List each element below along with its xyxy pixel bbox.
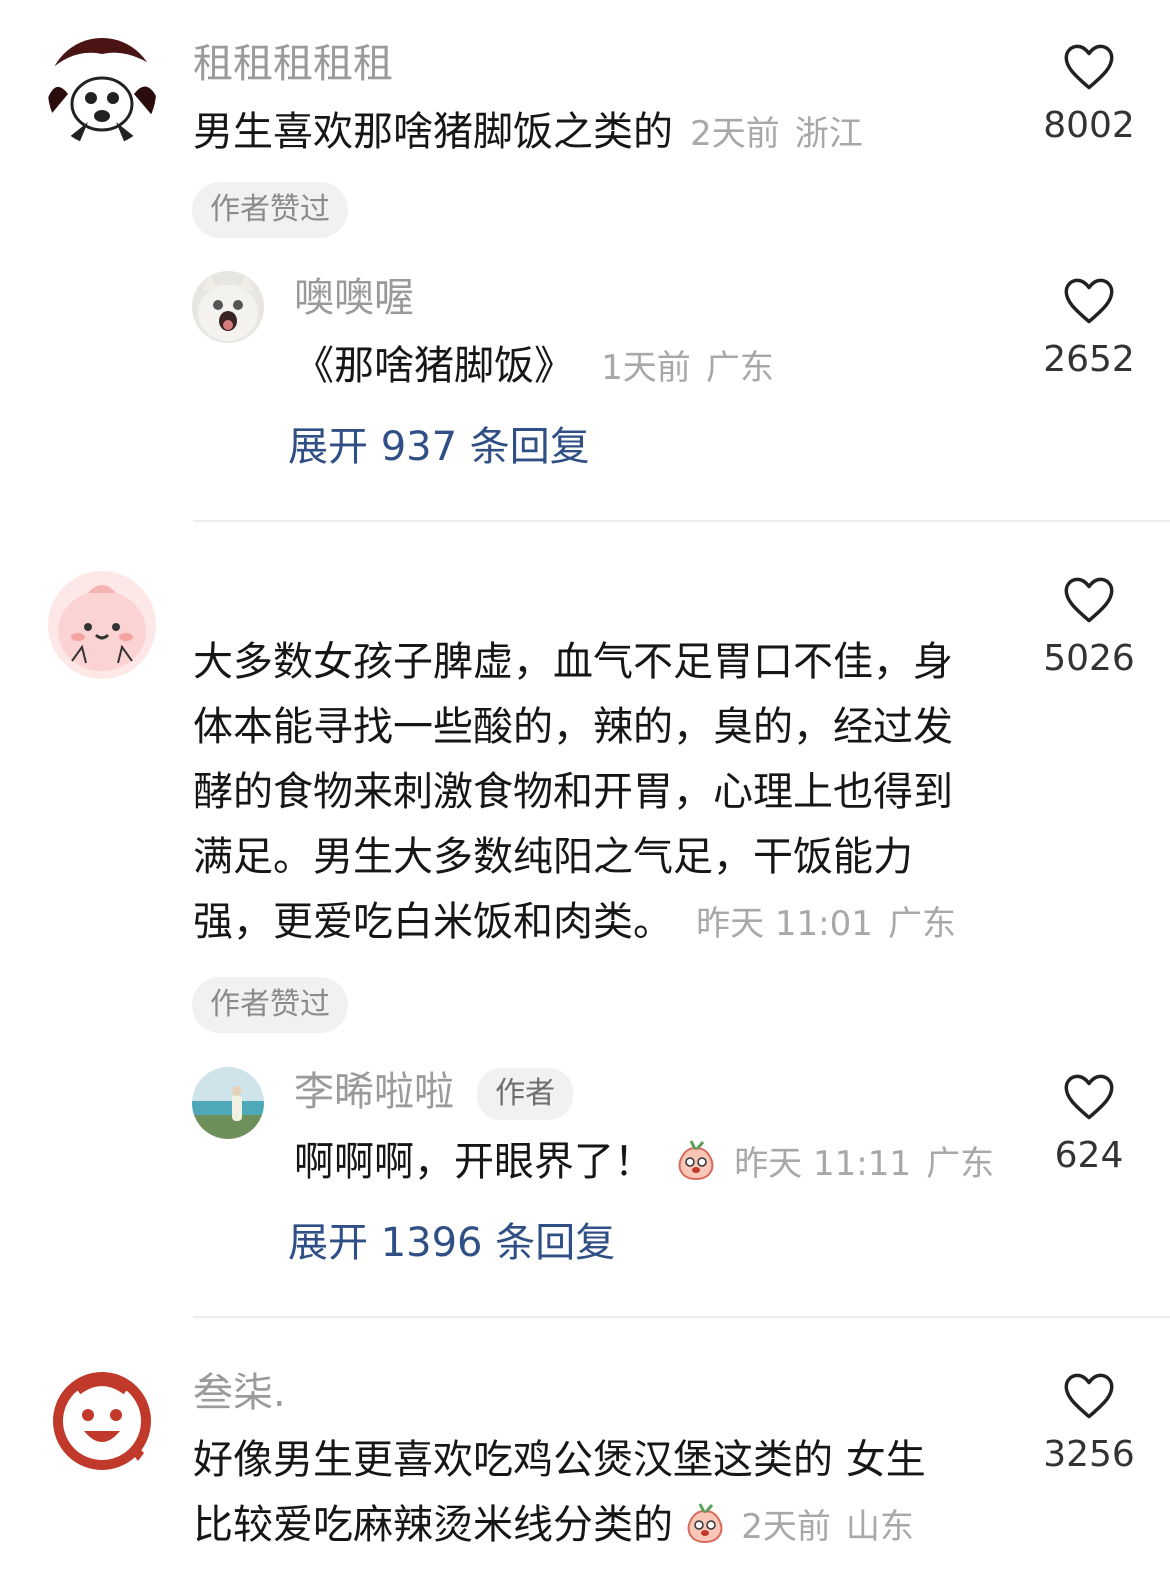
reply-header: 李晞啦啦 作者 [294,1068,574,1120]
comment-text: 男生喜欢那啥猪脚饭之类的 [193,109,673,155]
like-count: 8002 [1043,105,1135,146]
heart-icon [1064,1074,1114,1120]
reply-time: 1天前 [601,348,691,388]
comment-body: 男生喜欢那啥猪脚饭之类的 2天前 浙江 [193,100,863,165]
avatar[interactable] [48,38,156,146]
reply-text: 《那啥猪脚饭》 [294,343,574,389]
heart-icon [1064,278,1114,324]
avatar-red-character-icon [48,1367,156,1475]
reply-text: 啊啊啊，开眼界了！ [294,1139,654,1185]
comment-username[interactable]: 租租租租租 [193,40,393,88]
peach-emoji-icon [687,1503,723,1544]
comment-location: 浙江 [794,114,863,154]
comment-body: 大多数女孩子脾虚，血气不足胃口不佳，身 体本能寻找一些酸的，辣的，臭的，经过发 … [193,630,1023,955]
avatar[interactable] [48,571,156,679]
reply-body: 《那啥猪脚饭》 1天前 广东 [294,334,774,399]
comment-body: 好像男生更喜欢吃鸡公煲汉堡这类的 女生 比较爱吃麻辣烫米线分类的 2天前 山东 [193,1428,1023,1558]
like-button[interactable]: 8002 [1029,44,1149,148]
like-count: 2652 [1043,339,1135,380]
like-button[interactable]: 5026 [1029,577,1149,681]
reply-body: 啊啊啊，开眼界了！ 昨天 11:11 广东 [294,1130,994,1195]
reply-like-button[interactable]: 624 [1029,1074,1149,1178]
reply-avatar[interactable] [192,271,264,343]
reply-username[interactable]: 李晞啦啦 [294,1069,454,1115]
heart-icon [1064,1373,1114,1419]
avatar-seaside-photo-icon [192,1067,264,1139]
expand-replies-link[interactable]: 展开 937 条回复 [288,423,590,471]
peach-emoji-icon [678,1140,714,1181]
reply-avatar[interactable] [192,1067,264,1139]
heart-icon [1064,577,1114,623]
comment-line: 体本能寻找一些酸的，辣的，臭的，经过发 [193,704,953,750]
author-liked-tag: 作者赞过 [192,977,348,1033]
reply-username[interactable]: 噢噢喔 [294,274,414,322]
like-count: 624 [1054,1135,1124,1176]
avatar-cat-icon [192,271,264,343]
comment-username[interactable]: 叁柒. [193,1369,286,1417]
author-liked-tag: 作者赞过 [192,182,348,238]
comment-line: 满足。男生大多数纯阳之气足，干饭能力 [193,834,913,880]
reply-time: 昨天 11:11 [734,1144,911,1184]
comment-line: 酵的食物来刺激食物和开胃，心理上也得到 [193,769,953,815]
author-badge: 作者 [477,1068,574,1120]
divider [193,520,1170,522]
reply-like-button[interactable]: 2652 [1029,278,1149,382]
comment-line: 大多数女孩子脾虚，血气不足胃口不佳，身 [193,639,953,685]
comment-time: 昨天 11:01 [696,904,873,944]
comment-time: 2天前 [690,114,780,154]
comment-location: 山东 [845,1507,914,1547]
divider [193,1316,1170,1318]
reply-location: 广东 [926,1144,995,1184]
like-count: 3256 [1043,1434,1135,1475]
expand-replies-link[interactable]: 展开 1396 条回复 [288,1219,615,1267]
avatar-pink-character-icon [48,571,156,679]
like-count: 5026 [1043,638,1135,679]
avatar-cartoon-icon [48,38,156,146]
avatar[interactable] [48,1367,156,1475]
reply-location: 广东 [705,348,774,388]
comment-line: 好像男生更喜欢吃鸡公煲汉堡这类的 女生 [193,1437,926,1483]
comment-location: 广东 [887,904,956,944]
comment-line: 比较爱吃麻辣烫米线分类的 [193,1502,673,1548]
comment-time: 2天前 [741,1507,831,1547]
comment-line: 强，更爱吃白米饭和肉类。 [193,899,673,945]
heart-icon [1064,44,1114,90]
like-button[interactable]: 3256 [1029,1373,1149,1477]
